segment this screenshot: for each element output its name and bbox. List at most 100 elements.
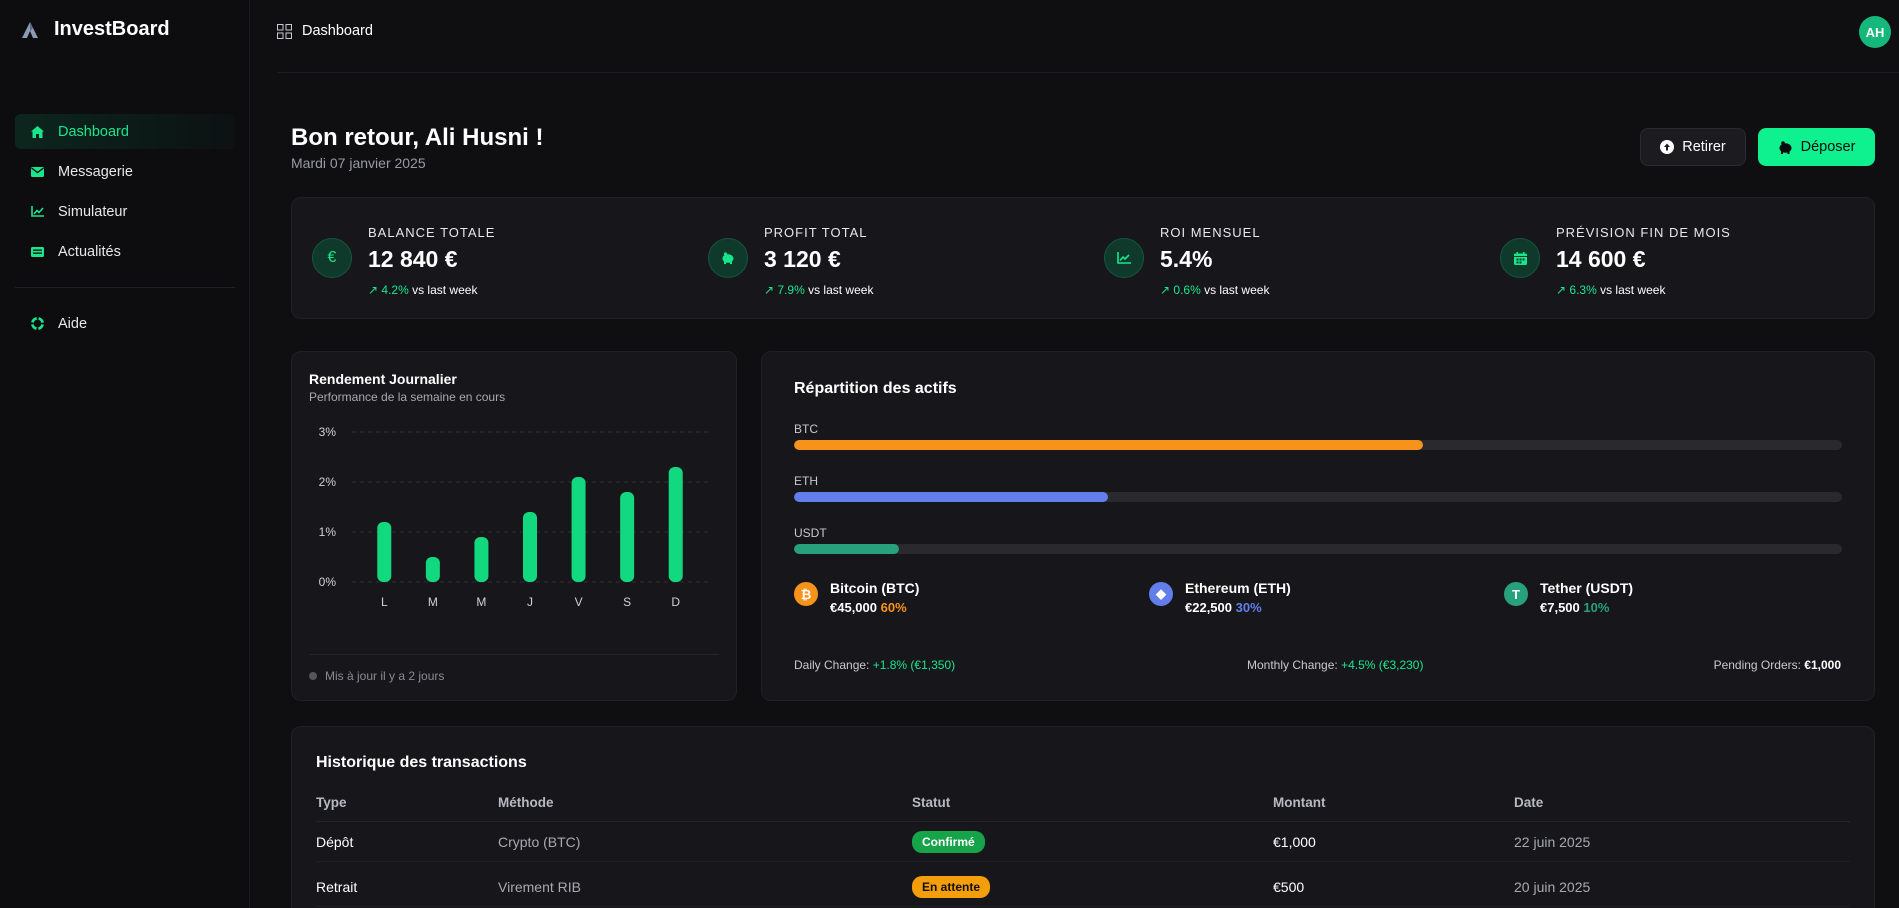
calendar-icon — [1500, 238, 1540, 278]
brand[interactable]: InvestBoard — [20, 18, 170, 41]
x-tick-label: S — [623, 595, 631, 609]
sidebar-item-actualites[interactable]: Actualités — [15, 234, 235, 269]
bar — [571, 477, 586, 582]
daily-updated-text: Mis à jour il y a 2 jours — [325, 669, 445, 683]
asset-bar-label: BTC — [794, 422, 818, 436]
asset-bar-eth — [794, 492, 1842, 502]
stat-balance: € BALANCE TOTALE 12 840 € ↗ 4.2% vs last… — [292, 198, 688, 320]
stat-value: 5.4% — [1160, 246, 1213, 272]
chart-line-icon — [30, 205, 44, 219]
asset-bar-label: USDT — [794, 526, 827, 540]
assets-title: Répartition des actifs — [794, 380, 957, 397]
column-header[interactable]: Montant — [1273, 782, 1325, 822]
sidebar-item-messagerie[interactable]: Messagerie — [15, 154, 235, 189]
coin-name: Ethereum (ETH) — [1185, 580, 1291, 596]
tx-method: Virement RIB — [498, 879, 581, 895]
status-badge: En attente — [912, 876, 991, 898]
stat-change-suffix: vs last week — [1200, 283, 1270, 297]
tx-date: 22 juin 2025 — [1514, 834, 1591, 850]
brand-logo-icon — [22, 21, 38, 38]
stat-change: ↗ 0.6% vs last week — [1160, 283, 1269, 297]
tx-amount: €1,000 — [1273, 834, 1316, 850]
stat-label: BALANCE TOTALE — [368, 225, 496, 240]
sidebar-item-label: Aide — [58, 315, 88, 332]
stat-change-value: ↗ 7.9% — [764, 283, 805, 297]
bar — [474, 537, 489, 582]
stat-change: ↗ 6.3% vs last week — [1556, 283, 1665, 297]
column-header[interactable]: Date — [1514, 782, 1543, 822]
coin-percent: 60% — [880, 600, 907, 615]
stat-profit: PROFIT TOTAL 3 120 € ↗ 7.9% vs last week — [688, 198, 1084, 320]
tx-type: Dépôt — [316, 834, 354, 850]
coin-percent: 10% — [1583, 600, 1610, 615]
avatar[interactable]: AH — [1859, 16, 1891, 48]
y-tick-label: 0% — [319, 575, 337, 589]
coin-percent: 30% — [1235, 600, 1262, 615]
stat-label: PRÉVISION FIN DE MOIS — [1556, 225, 1731, 240]
asset-bar-fill — [794, 440, 1423, 450]
withdraw-button-label: Retirer — [1682, 139, 1726, 155]
y-tick-label: 2% — [319, 475, 337, 489]
arrow-up-circle-icon — [1660, 140, 1675, 154]
sidebar-item-dashboard[interactable]: Dashboard — [15, 114, 235, 149]
coin-bitcoin[interactable]: ₿ Bitcoin (BTC) €45,000 60% — [794, 580, 919, 615]
daily-bar-chart: 0% 1% 2% 3% L M M J V S D — [319, 425, 712, 609]
home-icon — [30, 125, 44, 139]
bar — [620, 492, 635, 582]
bar — [425, 557, 440, 582]
pending-orders-value: €1,000 — [1804, 658, 1841, 672]
pending-orders: Pending Orders: €1,000 — [1714, 658, 1841, 672]
brand-name: InvestBoard — [54, 18, 170, 40]
monthly-change-value: +4.5% (€3,230) — [1341, 658, 1424, 672]
column-header[interactable]: Type — [316, 782, 347, 822]
table-row[interactable]: Retrait Virement RIB En attente €500 20 … — [316, 867, 1850, 907]
daily-change-value: +1.8% (€1,350) — [872, 658, 956, 672]
coin-amount: €22,500 — [1185, 600, 1232, 615]
tether-icon: T — [1504, 582, 1528, 606]
stat-change-value: ↗ 0.6% — [1160, 283, 1201, 297]
column-header[interactable]: Statut — [912, 782, 950, 822]
deposit-button[interactable]: Déposer — [1758, 128, 1875, 166]
coin-name: Bitcoin (BTC) — [830, 580, 920, 596]
asset-bar-fill — [794, 492, 1109, 502]
coin-amount: €7,500 — [1540, 600, 1580, 615]
breadcrumb-label: Dashboard — [302, 23, 373, 39]
stat-label: ROI MENSUEL — [1160, 225, 1261, 240]
monthly-change-label: Monthly Change: — [1247, 658, 1338, 672]
trend-icon — [1104, 238, 1144, 278]
stat-value: 14 600 € — [1556, 246, 1646, 272]
coin-name: Tether (USDT) — [1540, 580, 1634, 596]
lifebuoy-icon — [30, 317, 44, 331]
x-tick-label: M — [476, 595, 486, 609]
envelope-icon — [30, 165, 44, 179]
coin-tether[interactable]: T Tether (USDT) €7,500 10% — [1504, 580, 1633, 615]
transactions-card: Historique des transactions Type Méthode… — [291, 726, 1875, 908]
breadcrumb[interactable]: Dashboard — [277, 23, 373, 39]
coin-amount: €45,000 — [830, 600, 877, 615]
sidebar-item-aide[interactable]: Aide — [15, 306, 235, 341]
column-header[interactable]: Méthode — [498, 782, 554, 822]
asset-bar-fill — [794, 544, 899, 554]
x-tick-label: V — [575, 595, 583, 609]
sidebar-item-label: Dashboard — [58, 123, 129, 140]
piggy-bank-icon — [708, 238, 748, 278]
sidebar-item-simulateur[interactable]: Simulateur — [15, 194, 235, 229]
tx-amount: €500 — [1273, 879, 1305, 895]
stat-change-suffix: vs last week — [804, 283, 874, 297]
withdraw-button[interactable]: Retirer — [1640, 128, 1746, 166]
stat-change-value: ↗ 6.3% — [1556, 283, 1597, 297]
topbar: Dashboard AH — [277, 0, 1899, 73]
transactions-title: Historique des transactions — [316, 754, 527, 771]
sidebar: InvestBoard Dashboard Messagerie Simulat… — [0, 0, 250, 908]
table-row[interactable]: Dépôt Crypto (BTC) Confirmé €1,000 22 ju… — [316, 822, 1850, 862]
asset-bar-btc — [794, 440, 1842, 450]
x-tick-label: D — [671, 595, 680, 609]
coin-ethereum[interactable]: ◆ Ethereum (ETH) €22,500 30% — [1149, 580, 1291, 615]
daily-change: Daily Change: +1.8% (€1,350) — [794, 658, 955, 672]
stat-value: 12 840 € — [368, 246, 458, 272]
sidebar-item-label: Actualités — [58, 243, 121, 260]
asset-bar-label: ETH — [794, 474, 818, 488]
euro-icon: € — [312, 238, 352, 278]
sidebar-divider — [15, 287, 235, 288]
tx-type: Retrait — [316, 879, 358, 895]
